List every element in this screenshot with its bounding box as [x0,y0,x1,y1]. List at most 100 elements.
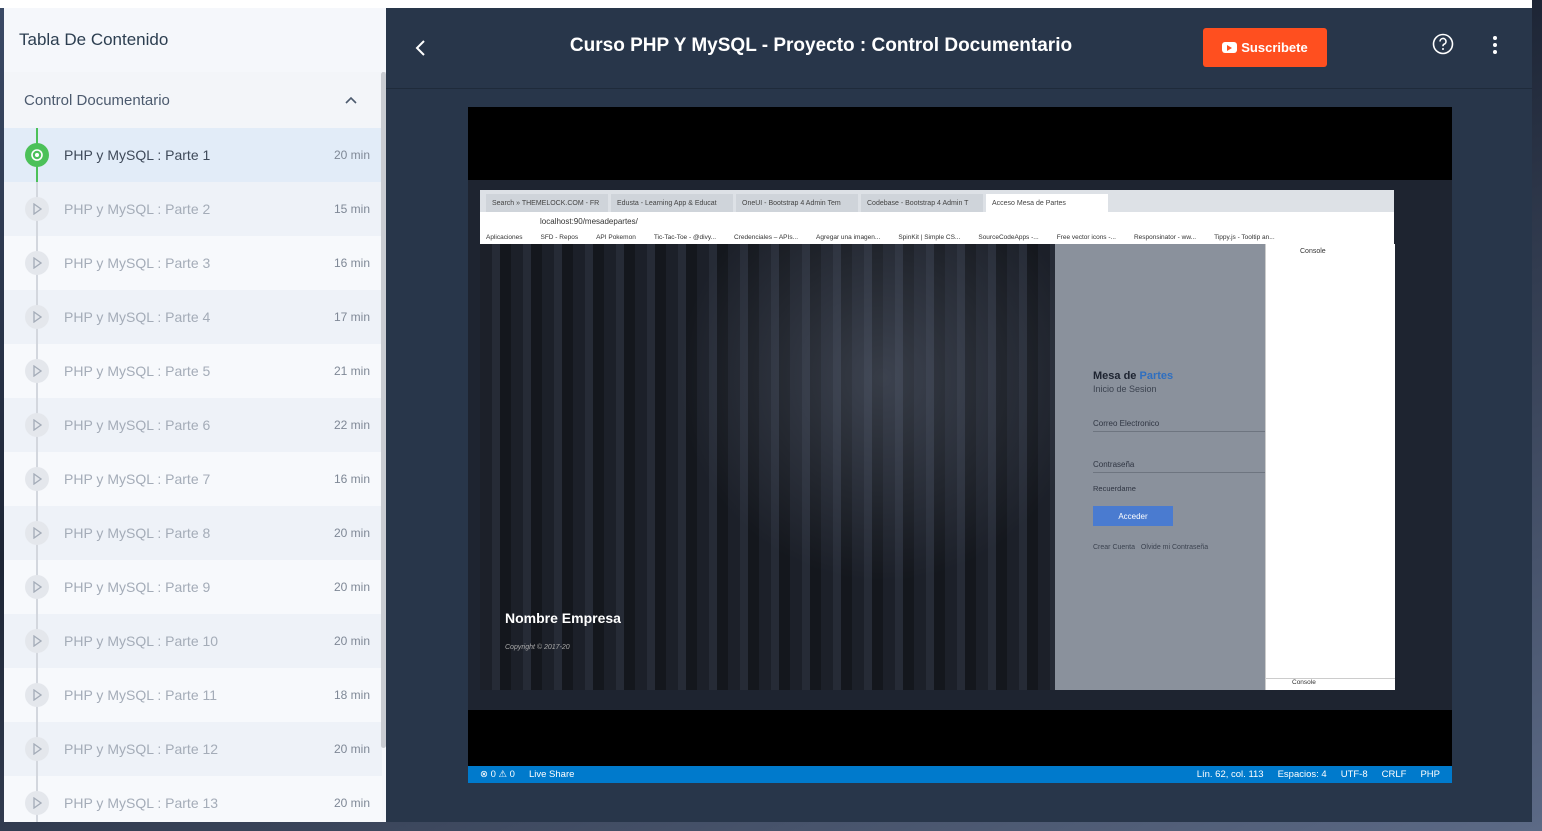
lesson-item[interactable]: PHP y MySQL : Parte 7 16 min [4,452,382,506]
play-icon [25,683,49,707]
table-of-contents: Tabla De Contenido Control Documentario … [4,8,386,822]
lesson-item[interactable]: PHP y MySQL : Parte 5 21 min [4,344,382,398]
play-icon [25,359,49,383]
course-title: Curso PHP Y MySQL - Proyecto : Control D… [569,35,1073,56]
login-button-label: Acceder [1093,506,1173,526]
video-bookmark: Tic-Tac-Toe - @divy... [653,233,717,241]
lesson-name: PHP y MySQL : Parte 4 [64,309,211,325]
video-bookmark: API Pokemon [596,233,636,241]
lesson-duration: 20 min [333,526,370,540]
lesson-name: PHP y MySQL : Parte 13 [64,795,219,811]
subscribe-button[interactable]: Suscribete [1203,28,1327,67]
lesson-item[interactable]: PHP y MySQL : Parte 8 20 min [4,506,382,560]
email-field-label: Correo Electronico [1093,419,1265,432]
lesson-name: PHP y MySQL : Parte 3 [64,255,211,271]
lesson-duration: 20 min [333,634,370,648]
play-icon [25,467,49,491]
play-icon [25,251,49,275]
status-item: Live Share [528,769,575,780]
lesson-name: PHP y MySQL : Parte 5 [64,363,211,379]
video-bookmark: SFD - Repos [540,233,579,241]
login-subtitle: Inicio de Sesion [1093,384,1157,394]
status-item: CRLF [1381,769,1407,780]
section-control-documentario[interactable]: Control Documentario [4,72,382,128]
lesson-item[interactable]: PHP y MySQL : Parte 9 20 min [4,560,382,614]
password-field-label: Contraseña [1093,460,1265,473]
lesson-duration: 18 min [333,688,370,702]
video-bookmark: SourceCodeApps -... [978,233,1039,241]
lesson-name: PHP y MySQL : Parte 11 [64,687,218,703]
sidebar-header: Tabla De Contenido [4,8,386,73]
lesson-item[interactable]: PHP y MySQL : Parte 6 22 min [4,398,382,452]
play-icon [25,737,49,761]
video-bookmark: Credenciales – APIs... [734,233,798,241]
lesson-list: PHP y MySQL : Parte 1 20 min PHP y MySQL :… [4,128,382,822]
lesson-item[interactable]: PHP y MySQL : Parte 1 20 min [4,128,382,182]
video-bookmark: Responsinator - ww... [1133,233,1197,241]
lesson-duration: 15 min [333,202,370,216]
play-icon [25,629,49,653]
player-area: Curso PHP Y MySQL - Proyecto : Control D… [386,8,1532,822]
video-browser-window: Search » THEMELOCK.COM - FR Edusta - Lear… [480,190,1395,690]
video-page: Nombre Empresa Copyright © 2017-20 Mesa … [480,244,1395,690]
login-panel: Mesa de Partes Inicio de Sesion Correo E… [1055,244,1265,690]
lesson-name: PHP y MySQL : Parte 7 [64,471,211,487]
video-frame: Search » THEMELOCK.COM - FR Edusta - Lear… [468,180,1452,783]
lesson-duration: 16 min [333,256,370,270]
video-bookmark: Agregar una imagen... [816,233,881,241]
lesson-duration: 22 min [333,418,370,432]
remember-label: Recuerdame [1093,484,1136,493]
lesson-item[interactable]: PHP y MySQL : Parte 11 18 min [4,668,382,722]
lesson-item[interactable]: PHP y MySQL : Parte 13 20 min [4,776,382,822]
login-links: Crear Cuenta Olvide mi Contraseña [1093,544,1209,551]
lesson-duration: 20 min [333,742,370,756]
lesson-item[interactable]: PHP y MySQL : Parte 4 17 min [4,290,382,344]
lesson-name: PHP y MySQL : Parte 9 [64,579,211,595]
lesson-duration: 17 min [333,310,370,324]
city-photo: Nombre Empresa Copyright © 2017-20 [480,244,1055,690]
lesson-item[interactable]: PHP y MySQL : Parte 12 20 min [4,722,382,776]
video-browser-tab: Acceso Mesa de Partes [986,194,1108,212]
company-name: Nombre Empresa [505,610,621,626]
devtools-tab: Console [1300,248,1326,255]
login-title: Mesa de Partes [1093,370,1174,382]
copyright-text: Copyright © 2017-20 [505,644,570,651]
lesson-name: PHP y MySQL : Parte 6 [64,417,211,433]
lesson-name: PHP y MySQL : Parte 10 [64,633,219,649]
devtools-panel: Console Console [1265,244,1395,690]
help-icon[interactable] [1432,33,1454,55]
video-browser-tabs: Search » THEMELOCK.COM - FR Edusta - Lear… [480,190,1394,212]
video-bookmark: Free vector icons -... [1056,233,1116,241]
video-bookmark: Tippy.js - Tooltip an... [1214,233,1275,241]
lesson-item[interactable]: PHP y MySQL : Parte 3 16 min [4,236,382,290]
video-bookmark: Aplicaciones [486,233,523,241]
play-icon [25,575,49,599]
play-icon [25,791,49,815]
section-title: Control Documentario [24,91,170,109]
status-item: ⊗ 0 ⚠ 0 [480,769,515,780]
lesson-name: PHP y MySQL : Parte 2 [64,201,211,217]
play-icon [25,413,49,437]
lesson-name: PHP y MySQL : Parte 8 [64,525,211,541]
lesson-item[interactable]: PHP y MySQL : Parte 2 15 min [4,182,382,236]
chevron-up-icon[interactable] [340,89,362,111]
video-bookmark: SpinKit | Simple CS... [898,233,961,241]
status-item: UTF-8 [1340,769,1368,780]
video-browser-tab: Edusta - Learning App & Educat [611,194,733,212]
sidebar-title: Tabla De Contenido [19,30,169,49]
lesson-item[interactable]: PHP y MySQL : Parte 10 20 min [4,614,382,668]
play-icon [25,197,49,221]
lesson-name: PHP y MySQL : Parte 12 [64,741,219,757]
video-bookmarks: Aplicaciones SFD - Repos API Pokemon Tic-Ta… [480,230,1394,245]
lesson-duration: 20 min [333,148,370,162]
status-item: Espacios: 4 [1277,769,1327,780]
editor-status-bar: ⊗ 0 ⚠ 0 Live Share Lín. 62, col. 113 Espac… [468,766,1452,783]
video-browser-tab: Codebase - Bootstrap 4 Admin T [861,194,983,212]
video-player[interactable]: Search » THEMELOCK.COM - FR Edusta - Lear… [468,107,1452,783]
subscribe-label: Suscribete [1241,40,1308,55]
lesson-duration: 16 min [333,472,370,486]
lesson-name: PHP y MySQL : Parte 1 [64,147,211,163]
video-browser-tab: OneUI - Bootstrap 4 Admin Tem [736,194,858,212]
lesson-duration: 20 min [333,796,370,810]
more-options-icon[interactable] [1484,34,1506,56]
